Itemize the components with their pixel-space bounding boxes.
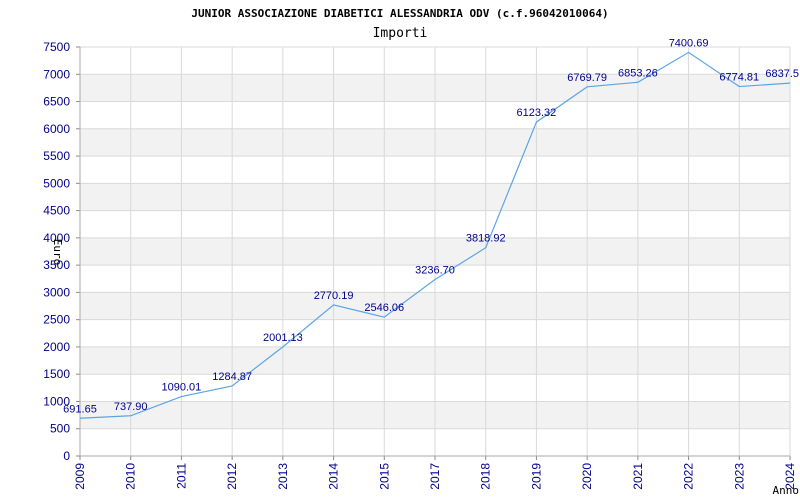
x-tick-label: 2022: [682, 463, 696, 490]
x-tick-label: 2013: [276, 463, 290, 490]
x-tick-label: 2014: [327, 463, 341, 490]
data-label: 6123.32: [517, 107, 557, 119]
x-tick-label: 2018: [479, 463, 493, 490]
y-tick-label: 1500: [43, 367, 70, 381]
x-tick-label: 2023: [732, 463, 746, 490]
x-tick-label: 2012: [225, 463, 239, 490]
y-tick-label: 7000: [43, 67, 70, 81]
y-tick-label: 6000: [43, 122, 70, 136]
chart-title: JUNIOR ASSOCIAZIONE DIABETICI ALESSANDRI…: [191, 7, 608, 20]
y-tick-label: 0: [63, 449, 70, 463]
y-tick-label: 6500: [43, 95, 70, 109]
x-tick-label: 2017: [428, 463, 442, 490]
y-tick-label: 5000: [43, 176, 70, 190]
x-tick-label: 2010: [124, 463, 138, 490]
data-label: 3818.92: [466, 233, 506, 245]
data-label: 6837.5: [765, 68, 799, 80]
x-tick-label: 2009: [73, 463, 87, 490]
data-label: 3236.70: [415, 264, 455, 276]
x-tick-labels: 2009 2010 2011 2012 2013 2014 2015 2017 2018 2019…: [73, 463, 797, 490]
line-chart: 0500100015002000250030003500400045005000…: [43, 7, 800, 497]
data-label: 2770.19: [314, 290, 354, 302]
x-tick-label: 2015: [377, 463, 391, 490]
x-tick-label: 2019: [529, 463, 543, 490]
y-axis-label: Euro: [51, 239, 64, 266]
data-label: 6769.79: [567, 72, 607, 84]
x-tick-label: 2021: [631, 463, 645, 490]
y-tick-label: 3000: [43, 285, 70, 299]
data-label: 2001.13: [263, 332, 303, 344]
data-label: 691.65: [63, 403, 97, 415]
x-axis-label: Anno: [773, 484, 800, 497]
y-tick-label: 2000: [43, 340, 70, 354]
data-label: 1090.01: [162, 382, 202, 394]
y-tick-label: 4500: [43, 204, 70, 218]
data-label: 1284.87: [212, 371, 252, 383]
chart-subtitle: Importi: [373, 26, 428, 41]
data-label: 6774.81: [719, 72, 759, 84]
x-tick-label: 2020: [580, 463, 594, 490]
data-label: 2546.06: [364, 302, 404, 314]
y-tick-label: 2500: [43, 313, 70, 327]
y-tick-label: 500: [50, 422, 70, 436]
data-label: 7400.69: [669, 37, 709, 49]
data-label: 737.90: [114, 401, 148, 413]
y-tick-label: 5500: [43, 149, 70, 163]
x-tick-label: 2011: [174, 463, 188, 489]
y-tick-label: 7500: [43, 40, 70, 54]
data-label: 6853.26: [618, 67, 658, 79]
